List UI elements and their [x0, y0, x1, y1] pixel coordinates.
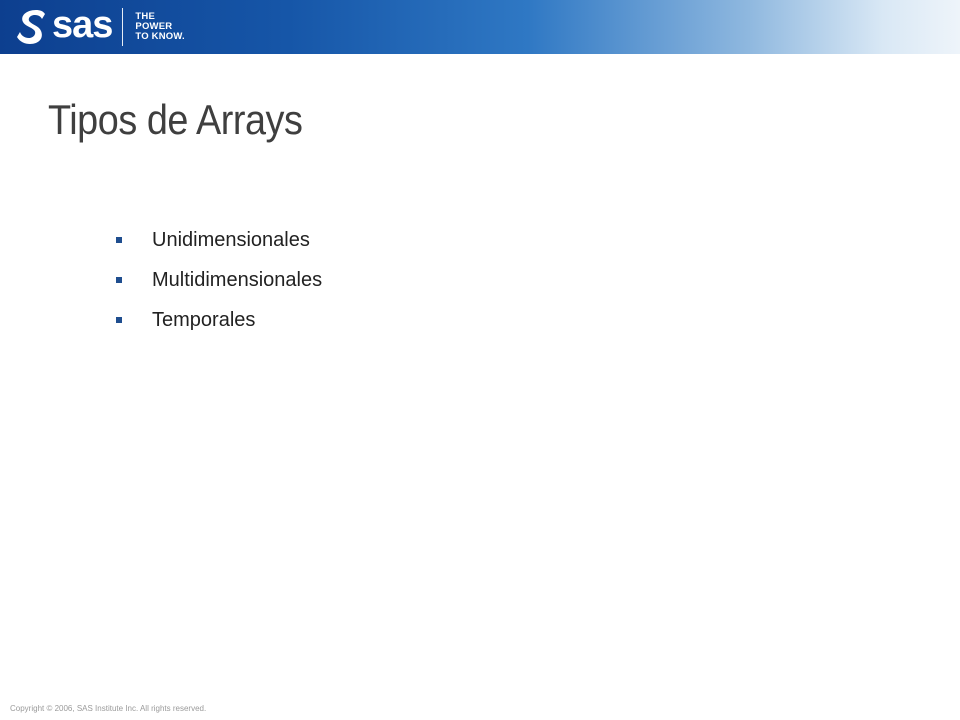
sas-s-swoosh-icon [17, 10, 45, 44]
bullet-item: Multidimensionales [116, 260, 322, 300]
bullet-list: Unidimensionales Multidimensionales Temp… [116, 220, 322, 340]
square-bullet-icon [116, 237, 122, 243]
header-banner: sas THE POWER TO KNOW. [0, 0, 960, 54]
tagline: THE POWER TO KNOW. [135, 12, 184, 42]
bullet-text: Multidimensionales [152, 268, 323, 291]
bullet-item: Unidimensionales [116, 220, 322, 260]
bullet-text: Unidimensionales [152, 228, 310, 251]
copyright-footer: Copyright © 2006, SAS Institute Inc. All… [10, 704, 207, 713]
slide: sas THE POWER TO KNOW. Tipos de Arrays U… [0, 0, 960, 720]
logo-divider [122, 8, 124, 46]
bullet-text: Temporales [152, 308, 256, 331]
bullet-item: Temporales [116, 300, 322, 340]
slide-title: Tipos de Arrays [48, 96, 303, 143]
sas-wordmark: sas [52, 4, 113, 46]
tagline-line-3: TO KNOW. [135, 31, 185, 42]
square-bullet-icon [116, 317, 122, 323]
sas-logo: sas THE POWER TO KNOW. [14, 4, 185, 50]
square-bullet-icon [116, 277, 122, 283]
